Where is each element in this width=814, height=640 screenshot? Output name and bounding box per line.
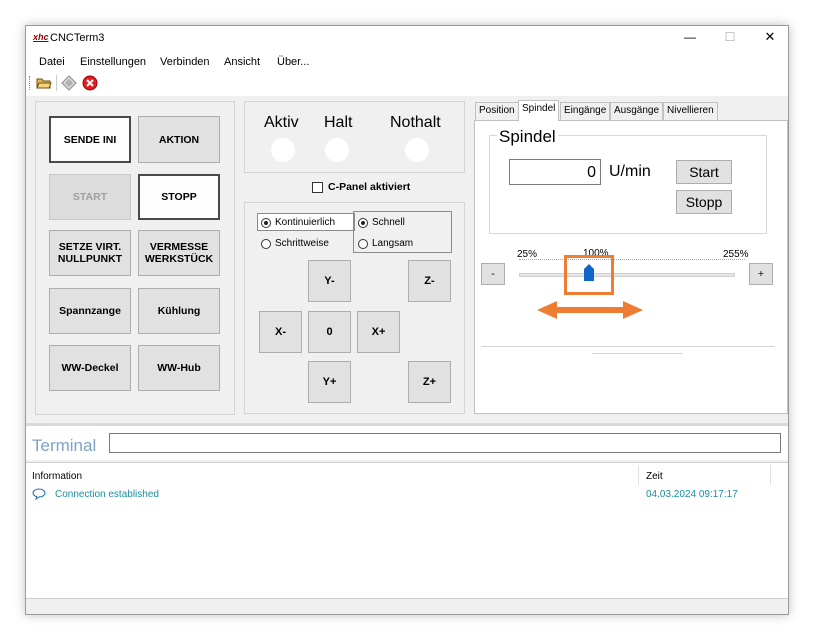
y-minus-button[interactable]: Y-: [308, 260, 351, 302]
setze-nullpunkt-button[interactable]: SETZE VIRT. NULLPUNKT: [49, 230, 131, 276]
spindel-start-button[interactable]: Start: [676, 160, 732, 184]
app-logo: xhc: [33, 32, 49, 42]
start-button[interactable]: START: [49, 174, 131, 220]
title-bar: xhc CNCTerm3 — ☐ ✕: [26, 26, 788, 52]
toolbar-separator: [56, 75, 57, 91]
aktiv-indicator: [271, 138, 295, 162]
setze-nullpunkt-line1: SETZE VIRT.: [58, 241, 122, 253]
terminal-label: Terminal: [32, 436, 97, 455]
terminal-log-list: Information Zeit Connection established …: [26, 462, 788, 598]
speed-increase-button[interactable]: +: [749, 263, 773, 285]
halt-indicator: [325, 138, 349, 162]
open-folder-icon[interactable]: [36, 76, 52, 93]
tab-divider: [481, 346, 775, 347]
slider-tick-marks: [519, 259, 745, 263]
toolbar: [26, 72, 788, 96]
halt-label: Halt: [324, 114, 353, 131]
sende-ini-button[interactable]: SENDE INI: [49, 116, 131, 163]
kuehlung-button[interactable]: Kühlung: [138, 288, 220, 334]
tab-spindel[interactable]: Spindel: [518, 100, 560, 121]
x-minus-button[interactable]: X-: [259, 311, 302, 353]
menu-datei[interactable]: Datei: [39, 56, 65, 68]
toolbar-grip: [29, 76, 30, 90]
spindel-stopp-button[interactable]: Stopp: [676, 190, 732, 214]
menu-ueber[interactable]: Über...: [277, 56, 309, 68]
window-title: CNCTerm3: [50, 32, 105, 44]
aktiv-label: Aktiv: [264, 114, 299, 131]
slider-highlight-box: [564, 255, 615, 295]
log-time-text: 04.03.2024 09:17:17: [646, 489, 738, 500]
close-button[interactable]: ✕: [756, 29, 784, 45]
column-divider[interactable]: [638, 465, 639, 485]
aktion-button[interactable]: AKTION: [138, 116, 220, 163]
tab-divider-small: [592, 353, 682, 354]
diamond-icon[interactable]: [61, 75, 77, 94]
spindel-tab-page: Spindel 0 U/min Start Stopp 25% 100% 255…: [474, 120, 788, 414]
info-column-header[interactable]: Information: [32, 471, 82, 482]
tab-ausgaenge[interactable]: Ausgänge: [610, 102, 664, 120]
tab-control: Position Spindel Eingänge Ausgänge Nivel…: [474, 100, 788, 414]
y-plus-button[interactable]: Y+: [308, 361, 351, 403]
nothalt-indicator: [405, 138, 429, 162]
spindle-override-track[interactable]: [519, 273, 735, 277]
stop-icon[interactable]: [82, 75, 98, 94]
status-panel: Aktiv Halt Nothalt: [244, 101, 465, 173]
schrittweise-label: Schrittweise: [275, 238, 329, 249]
kontinuierlich-radio[interactable]: [261, 218, 271, 228]
z-plus-button[interactable]: Z+: [408, 361, 451, 403]
cpanel-checkbox[interactable]: [312, 182, 323, 193]
drag-arrow-icon: [535, 299, 645, 324]
langsam-radio[interactable]: [358, 239, 368, 249]
ww-hub-button[interactable]: WW-Hub: [138, 345, 220, 391]
schrittweise-radio[interactable]: [261, 239, 271, 249]
menu-ansicht[interactable]: Ansicht: [224, 56, 260, 68]
machine-buttons-panel: SENDE INI AKTION START STOPP SETZE VIRT.…: [35, 101, 235, 415]
minimize-button[interactable]: —: [676, 30, 704, 44]
nothalt-label: Nothalt: [390, 114, 441, 131]
log-info-text: Connection established: [55, 489, 159, 500]
langsam-label: Langsam: [372, 238, 414, 249]
vermesse-werkstueck-button[interactable]: VERMESSE WERKSTÜCK: [138, 230, 220, 276]
schnell-radio[interactable]: [358, 218, 368, 228]
tab-eingaenge[interactable]: Eingänge: [560, 102, 611, 120]
jog-panel: Kontinuierlich Schrittweise Schnell Lang…: [244, 202, 465, 414]
ww-deckel-button[interactable]: WW-Deckel: [49, 345, 131, 391]
spannzange-button[interactable]: Spannzange: [49, 288, 131, 334]
status-bar: [26, 598, 788, 614]
cpanel-label: C-Panel aktiviert: [328, 181, 411, 193]
speed-decrease-button[interactable]: -: [481, 263, 505, 285]
schnell-label: Schnell: [372, 217, 405, 228]
z-minus-button[interactable]: Z-: [408, 260, 451, 302]
time-column-header[interactable]: Zeit: [646, 471, 663, 482]
spindel-unit-label: U/min: [609, 163, 651, 180]
spindel-speed-input[interactable]: 0: [509, 159, 601, 185]
kontinuierlich-label: Kontinuierlich: [275, 217, 336, 228]
vermesse-line2: WERKSTÜCK: [144, 253, 214, 265]
menu-verbinden[interactable]: Verbinden: [160, 56, 210, 68]
terminal-input[interactable]: [109, 433, 781, 453]
menu-einstellungen[interactable]: Einstellungen: [80, 56, 146, 68]
x-plus-button[interactable]: X+: [357, 311, 400, 353]
vermesse-line1: VERMESSE: [149, 241, 209, 253]
stopp-button[interactable]: STOPP: [138, 174, 220, 220]
setze-nullpunkt-line2: NULLPUNKT: [57, 253, 123, 265]
menu-bar: Datei Einstellungen Verbinden Ansicht Üb…: [26, 52, 788, 72]
chat-bubble-icon: [32, 488, 46, 503]
maximize-button[interactable]: ☐: [716, 30, 744, 44]
spindel-title: Spindel: [497, 127, 558, 147]
zero-button[interactable]: 0: [308, 311, 351, 353]
app-window: xhc CNCTerm3 — ☐ ✕ Datei Einstellungen V…: [25, 25, 789, 615]
terminal-header: Terminal: [26, 426, 788, 460]
tab-nivellieren[interactable]: Nivellieren: [663, 102, 718, 120]
tab-position[interactable]: Position: [475, 102, 519, 120]
column-divider-2[interactable]: [770, 465, 771, 485]
table-row[interactable]: Connection established 04.03.2024 09:17:…: [26, 487, 788, 503]
